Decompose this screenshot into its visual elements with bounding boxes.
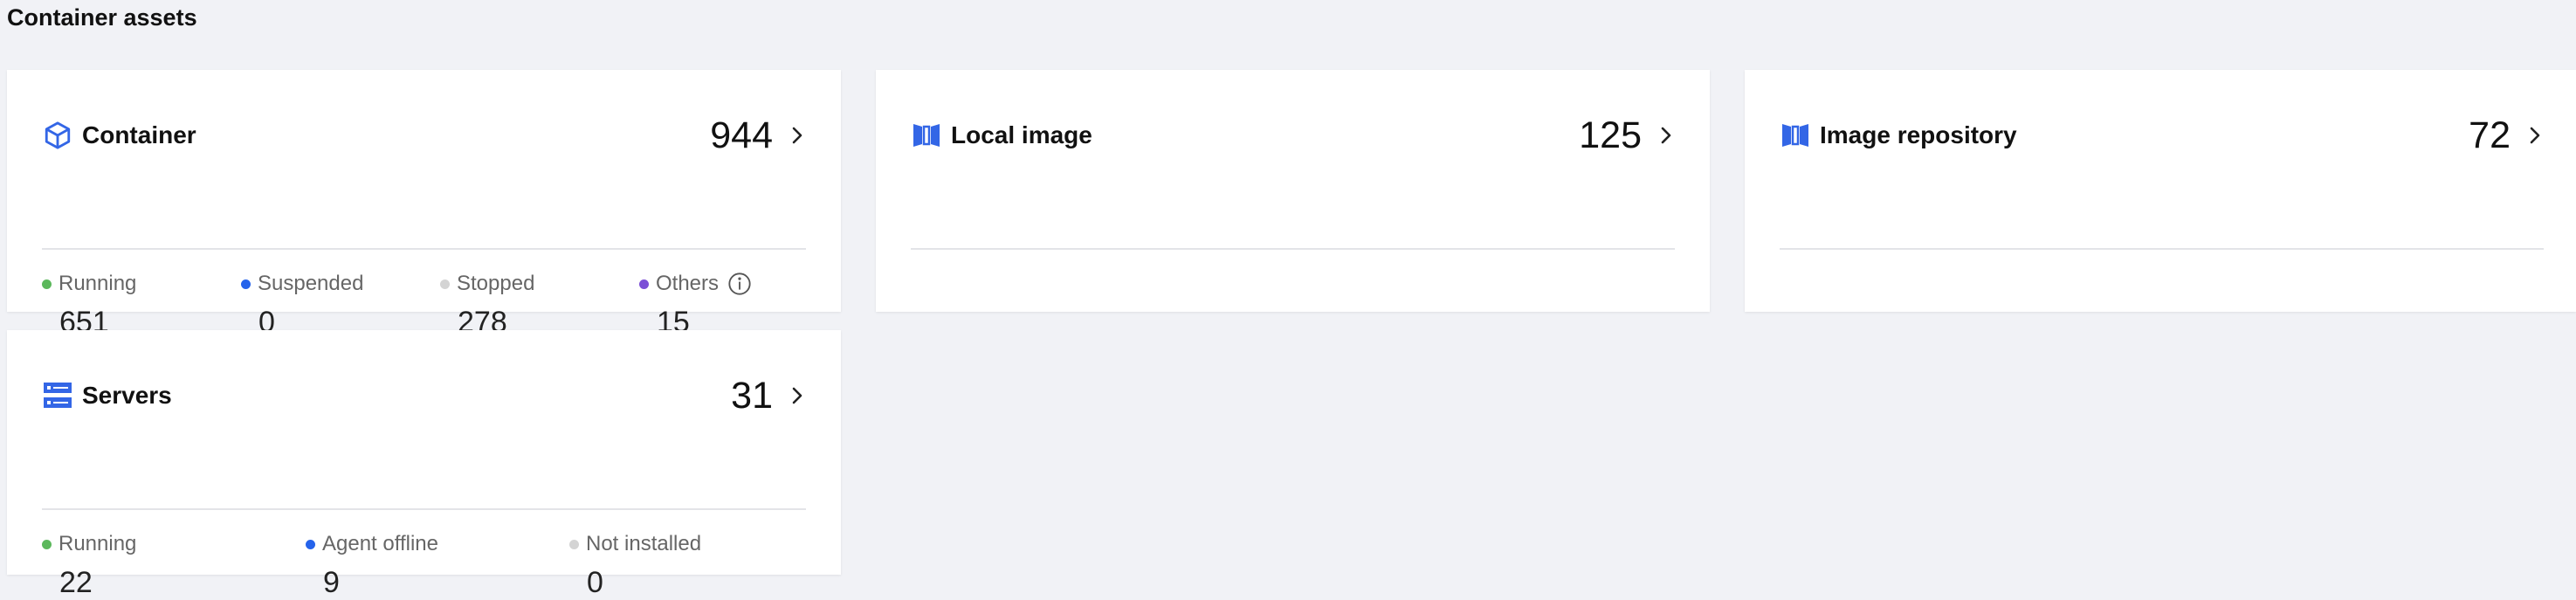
status-dot-running [42,539,52,549]
servers-stat-not-installed: Not installed 0 [569,529,796,600]
servers-count-link[interactable]: 31 [731,375,806,417]
local-image-card-header: Local image 125 [911,70,1675,250]
status-dot-stopped [440,279,450,289]
status-dot-agent-offline [306,539,315,549]
image-repository-count[interactable]: 72 [2469,114,2511,157]
status-dot-others [639,279,649,289]
image-repository-count-link[interactable]: 72 [2469,114,2544,157]
chevron-right-icon[interactable] [2526,123,2544,148]
image-icon [911,120,942,151]
cube-icon [42,120,73,151]
chevron-right-icon[interactable] [789,123,806,148]
stat-label: Running [59,532,137,555]
container-stat-suspended: Suspended 0 [241,269,440,340]
stat-label: Suspended [258,272,364,295]
info-icon[interactable] [727,272,752,296]
stat-label: Agent offline [322,532,438,555]
stat-label: Stopped [457,272,535,295]
container-count-link[interactable]: 944 [710,114,806,157]
status-dot-suspended [241,279,251,289]
servers-stat-running: Running 22 [42,529,306,600]
servers-stats: Running 22 Agent offline 9 Not installed… [42,529,806,600]
container-card-header: Container 944 [42,70,806,250]
local-image-card-title: Local image [951,121,1092,148]
servers-card: Servers 31 Running 22 Agent offline 9 No… [7,330,841,599]
stat-label: Running [59,272,137,295]
local-image-card: Local image 125 [876,70,1710,312]
container-count[interactable]: 944 [710,114,773,157]
page-title: Container assets [7,4,197,31]
servers-card-title: Servers [82,382,172,409]
server-icon [42,380,73,411]
container-stat-stopped: Stopped 278 [440,269,639,340]
container-stat-others: Others 15 [639,269,805,340]
servers-count[interactable]: 31 [731,375,773,417]
container-stats: Running 651 Suspended 0 Stopped 278 Othe… [42,269,806,340]
image-repository-card: Image repository 72 [1745,70,2576,312]
image-icon [1780,120,1811,151]
chevron-right-icon[interactable] [789,383,806,408]
status-dot-not-installed [569,539,579,549]
container-stat-running: Running 651 [42,269,241,340]
chevron-right-icon[interactable] [1657,123,1675,148]
image-repository-card-header: Image repository 72 [1780,70,2544,250]
local-image-count[interactable]: 125 [1579,114,1642,157]
status-dot-running [42,279,52,289]
container-card: Container 944 Running 651 Suspended 0 St… [7,70,841,339]
local-image-count-link[interactable]: 125 [1579,114,1675,157]
stat-value: 22 [59,566,93,599]
stat-label: Others [656,272,720,295]
image-repository-card-title: Image repository [1820,121,2017,148]
stat-label: Not installed [586,532,702,555]
container-card-title: Container [82,121,196,148]
servers-stat-agent-offline: Agent offline 9 [306,529,569,600]
servers-card-header: Servers 31 [42,330,806,510]
stat-value: 9 [323,566,340,599]
stat-value: 0 [587,566,603,599]
